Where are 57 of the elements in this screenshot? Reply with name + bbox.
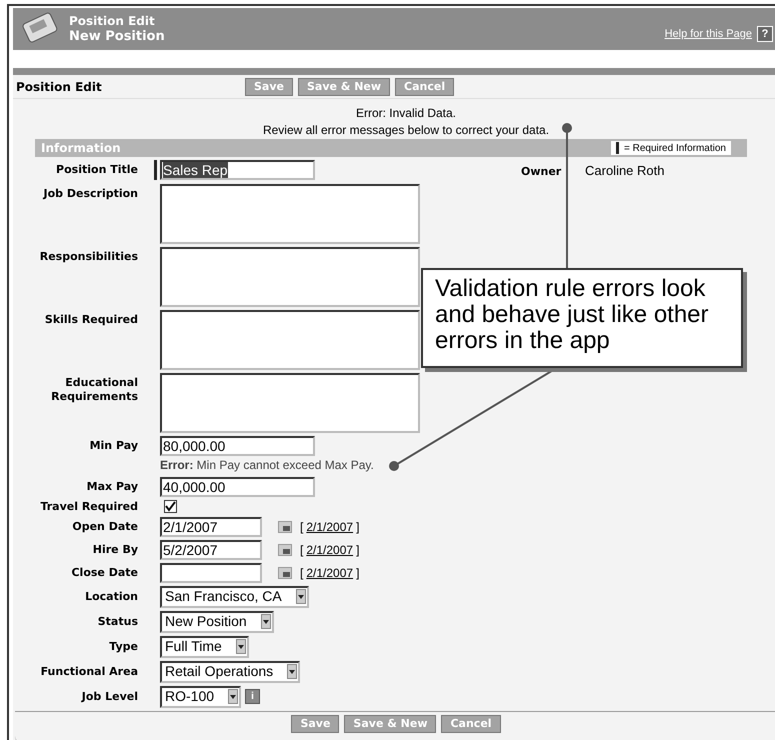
legend-text: = Required Information <box>624 142 726 156</box>
dropdown[interactable]: New Position <box>160 610 274 632</box>
dropdown[interactable]: Retail Operations <box>160 660 300 682</box>
field-label: Educational Requirements <box>50 374 138 404</box>
field-label: Position Title <box>55 162 138 177</box>
help-button[interactable]: ? <box>757 26 773 42</box>
calendar-icon[interactable] <box>278 566 292 578</box>
text-area[interactable] <box>160 184 420 244</box>
bracket: ] <box>356 518 360 536</box>
field-label: Type <box>108 638 138 654</box>
owner-name: Caroline Roth <box>585 162 664 180</box>
text-field[interactable]: 80,000.00 <box>160 436 315 456</box>
date-link[interactable]: 2/1/2007 <box>306 564 354 582</box>
field-label: Skills Required <box>44 312 138 326</box>
date-field[interactable]: 2/1/2007 <box>160 516 262 536</box>
required-marker-icon <box>616 142 619 154</box>
dropdown[interactable]: San Francisco, CA <box>160 586 309 608</box>
checkbox[interactable] <box>164 500 177 512</box>
text-field[interactable]: Sales Rep <box>160 160 315 180</box>
field-error: Error: Min Pay cannot exceed Max Pay. <box>160 456 374 474</box>
field-label: Travel Required <box>39 500 138 514</box>
field-label: Functional Area <box>40 664 138 678</box>
date-field[interactable]: 5/2/2007 <box>160 540 262 560</box>
field-label: Job Description <box>42 186 138 200</box>
field-label: Responsibilities <box>38 248 138 264</box>
error-message: Error: Invalid Data. <box>356 105 456 122</box>
text-area[interactable] <box>160 372 420 432</box>
date-link[interactable]: 2/1/2007 <box>306 540 354 558</box>
field-label: Min Pay <box>88 438 138 452</box>
error-message: Review all error messages below to correct your data. <box>262 122 550 139</box>
field-label: Location <box>84 588 138 604</box>
bracket: ] <box>356 564 360 582</box>
text-field[interactable]: 40,000.00 <box>160 476 315 496</box>
field-label: Max Pay <box>86 478 138 494</box>
header-title: Position Edit <box>69 14 156 29</box>
bracket: [ <box>300 564 304 582</box>
bracket: ] <box>356 542 360 558</box>
field-label: Hire By <box>92 542 138 556</box>
field-label: Open Date <box>71 518 138 534</box>
text-area[interactable] <box>160 246 420 306</box>
field-label: Close Date <box>70 564 138 580</box>
dropdown[interactable]: Full Time <box>160 636 249 658</box>
text-area[interactable] <box>160 310 420 370</box>
section-header-title: Information <box>40 140 121 157</box>
field-label: Owner <box>521 164 561 180</box>
info-button[interactable]: i <box>245 689 260 704</box>
calendar-icon[interactable] <box>278 544 292 556</box>
date-link[interactable]: 2/1/2007 <box>306 518 354 536</box>
bracket: [ <box>300 518 304 536</box>
field-label: Job Level <box>80 688 138 704</box>
header-subtitle: New Position <box>69 29 165 44</box>
dropdown[interactable]: RO-100 <box>160 686 242 708</box>
field-label: Status <box>96 614 138 628</box>
date-field[interactable] <box>160 562 262 582</box>
section-title: Position Edit <box>15 78 103 96</box>
bracket: [ <box>300 542 304 558</box>
calendar-icon[interactable] <box>278 520 292 532</box>
